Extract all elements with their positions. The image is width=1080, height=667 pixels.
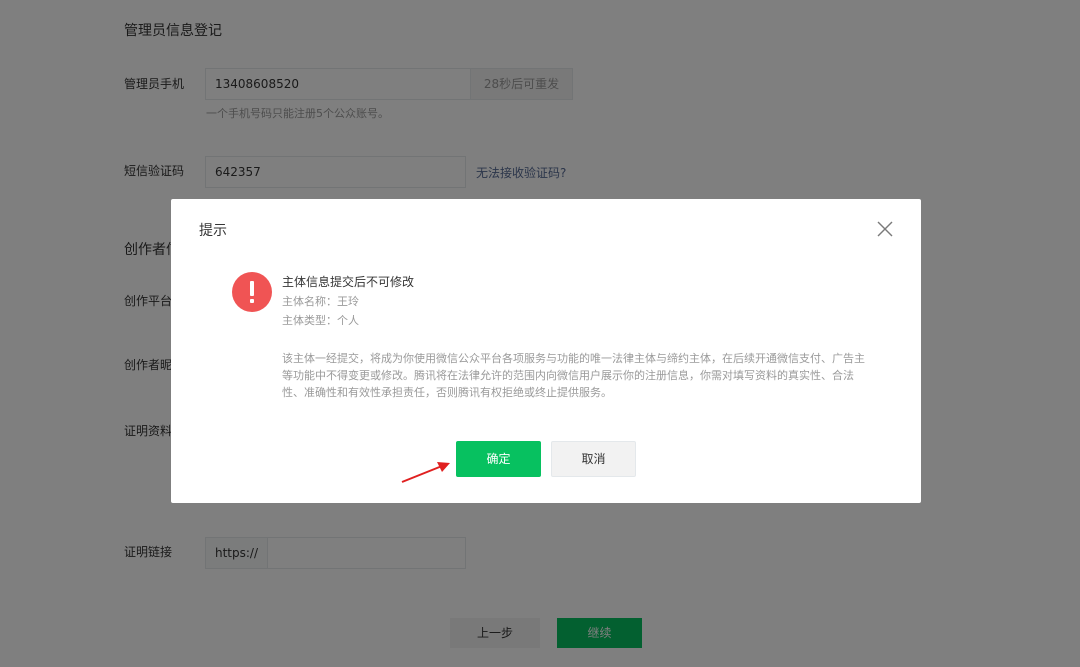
confirm-dialog: 提示 主体信息提交后不可修改 主体名称：王玲 主体类型：个人 该主体一经提交，将…: [171, 199, 921, 503]
subject-name: 主体名称：王玲: [282, 295, 359, 308]
annotation-arrow-icon: [401, 462, 450, 483]
confirm-button[interactable]: 确定: [456, 441, 541, 477]
message-title: 主体信息提交后不可修改: [282, 275, 415, 289]
close-icon[interactable]: [875, 219, 895, 239]
dialog-title: 提示: [199, 223, 227, 239]
subject-type: 主体类型：个人: [282, 314, 359, 327]
message-description: 该主体一经提交，将成为你使用微信公众平台各项服务与功能的唯一法律主体与缔约主体，…: [282, 352, 865, 399]
exclamation-circle-icon: [232, 272, 272, 312]
cancel-button[interactable]: 取消: [551, 441, 636, 477]
